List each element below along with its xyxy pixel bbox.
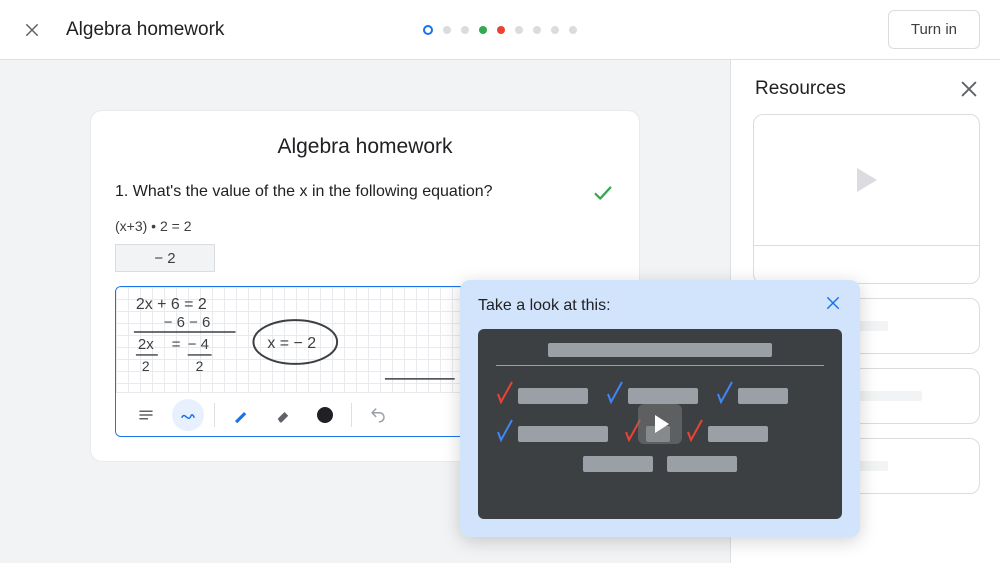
- progress-dots: [423, 25, 577, 35]
- svg-text:2x + 6 = 2: 2x + 6 = 2: [136, 296, 207, 313]
- page-title: Algebra homework: [66, 19, 224, 41]
- resources-close-icon[interactable]: [958, 78, 980, 100]
- progress-dot-current[interactable]: [423, 25, 433, 35]
- draw-tool-icon[interactable]: [172, 399, 204, 431]
- svg-text:− 6 − 6: − 6 − 6: [164, 314, 211, 331]
- close-icon[interactable]: [20, 18, 44, 42]
- play-icon: [857, 168, 877, 192]
- progress-dot[interactable]: [551, 26, 559, 34]
- svg-text:2x: 2x: [138, 336, 154, 353]
- text-tool-icon[interactable]: [130, 399, 162, 431]
- answer-input[interactable]: − 2: [115, 244, 215, 272]
- undo-icon[interactable]: [362, 399, 394, 431]
- hint-popup: Take a look at this:: [460, 280, 860, 537]
- question-text: 1. What's the value of the x in the foll…: [115, 183, 493, 201]
- card-title: Algebra homework: [115, 135, 615, 159]
- toolbar-divider: [214, 403, 215, 427]
- popup-title: Take a look at this:: [478, 297, 611, 315]
- popup-close-icon[interactable]: [824, 294, 842, 317]
- progress-dot[interactable]: [569, 26, 577, 34]
- progress-dot[interactable]: [461, 26, 469, 34]
- popup-video[interactable]: [478, 329, 842, 519]
- pen-icon[interactable]: [225, 399, 257, 431]
- app-header: Algebra homework Turn in: [0, 0, 1000, 60]
- checkmark-icon: [591, 183, 615, 210]
- svg-text:2: 2: [142, 358, 150, 374]
- progress-dot-correct[interactable]: [479, 26, 487, 34]
- progress-dot-wrong[interactable]: [497, 26, 505, 34]
- svg-text:x = − 2: x = − 2: [267, 335, 316, 352]
- svg-text:=: =: [172, 336, 181, 353]
- color-picker-icon[interactable]: [309, 399, 341, 431]
- resource-video-card[interactable]: [753, 114, 980, 284]
- svg-text:2: 2: [196, 358, 204, 374]
- progress-dot[interactable]: [515, 26, 523, 34]
- svg-text:− 4: − 4: [188, 336, 209, 353]
- play-icon: [638, 404, 682, 444]
- turn-in-button[interactable]: Turn in: [888, 10, 980, 49]
- toolbar-divider: [351, 403, 352, 427]
- progress-dot[interactable]: [443, 26, 451, 34]
- eraser-icon[interactable]: [267, 399, 299, 431]
- equation-text: (x+3) • 2 = 2: [115, 218, 615, 234]
- resources-title: Resources: [755, 78, 846, 100]
- progress-dot[interactable]: [533, 26, 541, 34]
